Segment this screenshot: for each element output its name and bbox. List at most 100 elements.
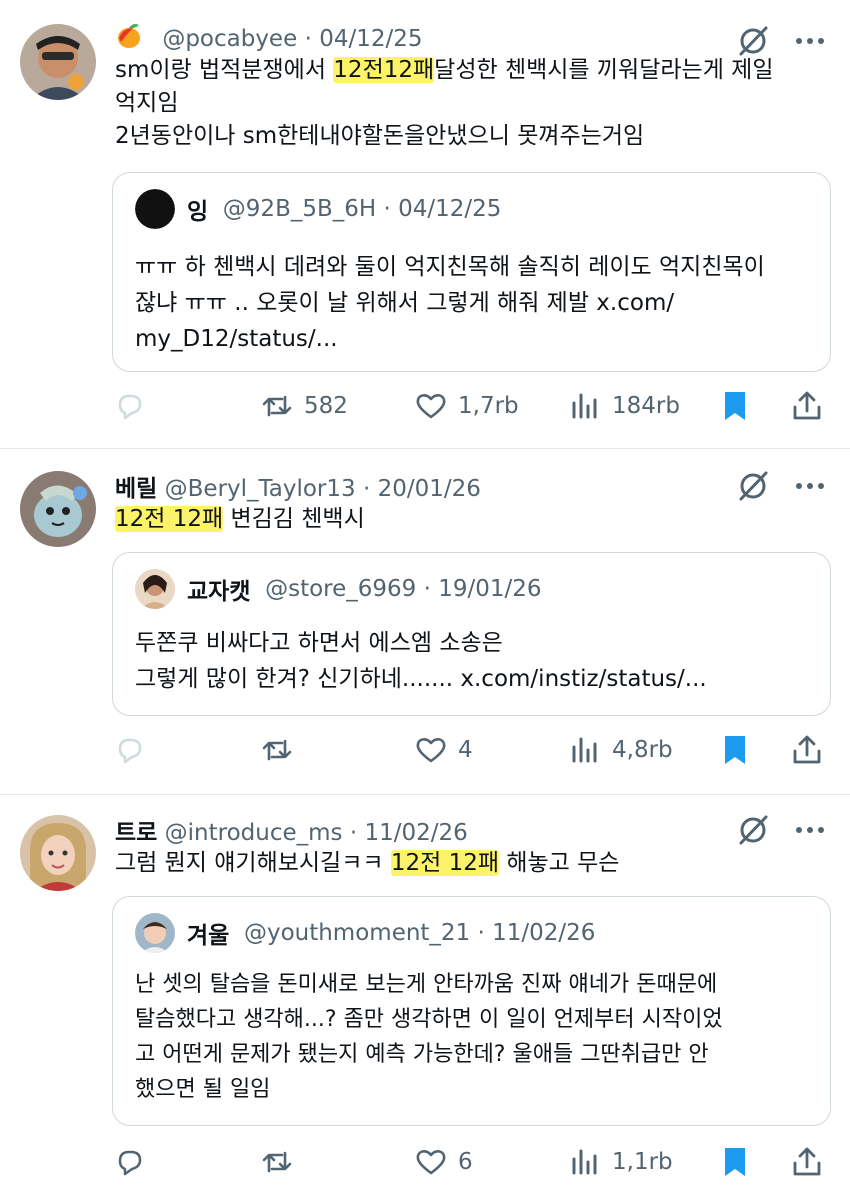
highlight: 12전 12패 xyxy=(115,506,224,532)
views-icon xyxy=(572,737,597,763)
text-segment: 2년동안이나 sm한테내야할돈을안냈으니 못껴주는거임 xyxy=(115,123,645,149)
display-name[interactable]: 베릴 xyxy=(115,476,157,502)
tweet-actions: 4 4,8rb xyxy=(112,730,829,770)
share-icon xyxy=(793,735,821,764)
retweet-button[interactable]: 582 xyxy=(260,386,348,426)
like-button[interactable]: 1,7rb xyxy=(414,386,519,426)
views-icon xyxy=(572,1149,597,1175)
quote-tweet[interactable]: 겨울 @youthmoment_21 · 11/02/26 난 셋의 탈슴을 돈… xyxy=(112,896,831,1126)
grok-icon[interactable] xyxy=(736,24,770,58)
tweet-text: sm이랑 법적분쟁에서 12전12패달성한 첸백시를 끼워달라는게 제일 억지임… xyxy=(115,54,820,153)
text-segment: 달성한 첸백시를 끼워달라는게 제일 xyxy=(434,57,774,83)
quote-tweet[interactable]: 잉 @92B_5B_6H · 04/12/25 ㅠㅠ 하 첸백시 데려와 둘이 … xyxy=(112,172,831,372)
separator: · xyxy=(477,920,485,946)
handle[interactable]: @Beryl_Taylor13 xyxy=(165,476,356,502)
views-count: 184rb xyxy=(612,393,680,419)
quote-display-name: 교자캣 xyxy=(187,579,251,605)
views-button[interactable]: 4,8rb xyxy=(568,730,673,770)
views-button[interactable]: 1,1rb xyxy=(568,1142,673,1182)
quote-line: 그렇게 많이 한겨? 신기하네....... x.com/instiz/stat… xyxy=(135,666,707,692)
reply-icon xyxy=(118,738,142,764)
retweet-button[interactable] xyxy=(260,1142,304,1182)
like-button[interactable]: 4 xyxy=(414,730,473,770)
tweet-3[interactable]: 트로 @introduce_ms · 11/02/26 그럼 뭔지 얘기해보시길… xyxy=(0,795,850,1200)
tweet-header: @pocabyee · 04/12/25 xyxy=(115,22,423,52)
handle[interactable]: @introduce_ms xyxy=(165,820,343,846)
like-count: 6 xyxy=(458,1149,473,1175)
quote-text: 난 셋의 탈슴을 돈미새로 보는게 안타까움 진짜 얘네가 돈때문에 탈슴했다고… xyxy=(135,967,810,1107)
separator: · xyxy=(349,820,358,846)
quote-date: 11/02/26 xyxy=(492,920,596,946)
bookmark-icon xyxy=(725,392,745,420)
date[interactable]: 20/01/26 xyxy=(378,476,481,502)
reply-button[interactable] xyxy=(112,1142,156,1182)
more-icon[interactable] xyxy=(796,826,828,834)
quote-line: 난 셋의 탈슴을 돈미새로 보는게 안타까움 진짜 얘네가 돈때문에 xyxy=(135,972,718,997)
handle[interactable]: @pocabyee xyxy=(162,26,297,52)
quote-line: my_D12/status/... xyxy=(135,326,338,352)
text-segment: 억지임 xyxy=(115,90,179,116)
quote-header: 겨울 @youthmoment_21 · 11/02/26 xyxy=(135,913,595,953)
like-button[interactable]: 6 xyxy=(414,1142,473,1182)
share-button[interactable] xyxy=(790,386,824,426)
more-icon[interactable] xyxy=(796,37,828,45)
quote-header: 잉 @92B_5B_6H · 04/12/25 xyxy=(135,189,501,229)
bookmark-button[interactable] xyxy=(718,1142,752,1182)
tweet-actions: 6 1,1rb xyxy=(112,1142,829,1182)
mango-emoji-icon xyxy=(115,22,143,50)
date[interactable]: 04/12/25 xyxy=(319,26,422,52)
bookmark-button[interactable] xyxy=(718,386,752,426)
quote-avatar xyxy=(135,569,175,609)
text-line: sm이랑 법적분쟁에서 12전12패달성한 첸백시를 끼워달라는게 제일 xyxy=(115,54,820,87)
more-icon[interactable] xyxy=(796,482,828,490)
grok-icon[interactable] xyxy=(736,813,770,847)
avatar[interactable] xyxy=(20,24,96,100)
text-segment: sm이랑 법적분쟁에서 xyxy=(115,57,334,83)
quote-date: 04/12/25 xyxy=(398,196,502,222)
retweet-count: 582 xyxy=(304,393,348,419)
tweet-header: 베릴 @Beryl_Taylor13 · 20/01/26 xyxy=(115,469,481,503)
separator: · xyxy=(304,26,312,52)
tweet-1[interactable]: @pocabyee · 04/12/25 sm이랑 법적분쟁에서 12전12패달… xyxy=(0,0,850,448)
share-button[interactable] xyxy=(790,1142,824,1182)
quote-line: 고 어떤게 문제가 됐는지 예측 가능한데? 울애들 그딴취급만 안 xyxy=(135,1042,709,1067)
bookmark-icon xyxy=(725,736,745,764)
reply-button[interactable] xyxy=(112,730,156,770)
tweet-text: 12전 12패 변김김 첸백시 xyxy=(115,503,820,536)
reply-button[interactable] xyxy=(112,386,156,426)
highlight: 12전 12패 xyxy=(390,850,500,876)
quote-text: 두쫀쿠 비싸다고 하면서 에스엠 소송은 그렇게 많이 한겨? 신기하네....… xyxy=(135,625,810,697)
display-name[interactable]: 트로 xyxy=(115,820,157,846)
retweet-icon xyxy=(262,395,292,417)
views-button[interactable]: 184rb xyxy=(568,386,680,426)
tweet-header: 트로 @introduce_ms · 11/02/26 xyxy=(115,813,468,847)
retweet-icon xyxy=(262,1151,292,1173)
tweet-2[interactable]: 베릴 @Beryl_Taylor13 · 20/01/26 12전 12패 변김… xyxy=(0,449,850,793)
quote-avatar xyxy=(135,913,175,953)
reply-icon xyxy=(118,394,142,420)
quote-handle: @92B_5B_6H xyxy=(222,196,377,222)
share-button[interactable] xyxy=(790,730,824,770)
quote-header: 교자캣 @store_6969 · 19/01/26 xyxy=(135,569,542,609)
like-count: 4 xyxy=(458,737,473,763)
quote-avatar xyxy=(135,189,175,229)
bookmark-button[interactable] xyxy=(718,730,752,770)
separator: · xyxy=(423,576,431,602)
retweet-icon xyxy=(262,739,292,761)
tweet-actions: 582 1,7rb 184rb xyxy=(112,386,829,426)
avatar[interactable] xyxy=(20,471,96,547)
avatar[interactable] xyxy=(20,815,96,891)
quote-text: ㅠㅠ 하 첸백시 데려와 둘이 억지친목해 솔직히 레이도 억지친목이 잖냐 ㅠ… xyxy=(135,249,810,357)
quote-tweet[interactable]: 교자캣 @store_6969 · 19/01/26 두쫀쿠 비싸다고 하면서 … xyxy=(112,552,831,716)
text-line: 그럼 뭔지 얘기해보시길ㅋㅋ 12전 12패 해놓고 무슨 xyxy=(115,847,820,880)
separator: · xyxy=(362,476,371,502)
retweet-button[interactable] xyxy=(260,730,304,770)
like-icon xyxy=(416,394,446,419)
separator: · xyxy=(383,196,391,222)
quote-line: 했으면 될 일임 xyxy=(135,1077,271,1102)
tweet-text: 그럼 뭔지 얘기해보시길ㅋㅋ 12전 12패 해놓고 무슨 xyxy=(115,847,820,880)
quote-line: ㅠㅠ 하 첸백시 데려와 둘이 억지친목해 솔직히 레이도 억지친목이 xyxy=(135,254,765,280)
quote-line: 잖냐 ㅠㅠ .. 오롯이 날 위해서 그렇게 해줘 제발 x.com/ xyxy=(135,290,675,316)
date[interactable]: 11/02/26 xyxy=(364,820,467,846)
grok-icon[interactable] xyxy=(736,469,770,503)
